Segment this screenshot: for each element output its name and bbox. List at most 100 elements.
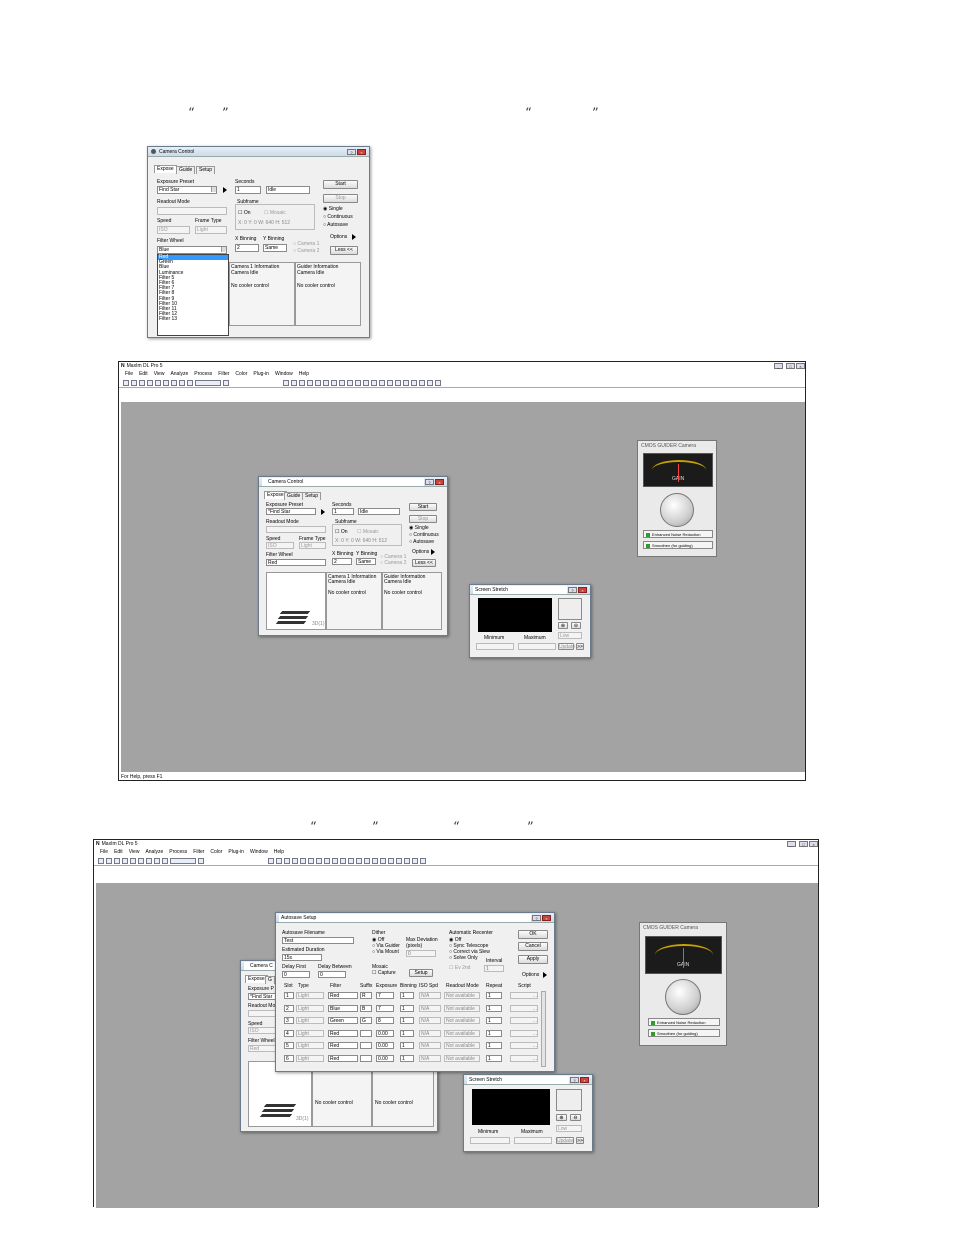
help-icon[interactable]: ? [425, 478, 434, 485]
slot-iso-cell[interactable]: N/A [419, 1004, 441, 1012]
smoothen-button[interactable]: Smoothen (for guiding) [648, 1029, 720, 1037]
help-icon[interactable] [223, 379, 229, 386]
camera2-radio[interactable]: ○ Camera 2 [380, 560, 406, 566]
delay-between-input[interactable]: 0 [318, 971, 346, 978]
single-radio[interactable]: ◉ Single [409, 525, 429, 531]
setup-button[interactable]: Setup [409, 969, 433, 977]
menu-file[interactable]: File [100, 849, 108, 855]
help-icon[interactable] [198, 857, 204, 864]
play-icon[interactable] [223, 187, 227, 193]
tool-icon[interactable] [379, 379, 385, 386]
continuous-radio[interactable]: ○ Continuous [323, 214, 353, 220]
menu-plugin[interactable]: Plug-in [253, 371, 269, 377]
interval-input[interactable]: 1 [484, 965, 504, 972]
tool-icon[interactable] [324, 857, 330, 864]
slot-script-cell[interactable]: ... [510, 1017, 538, 1024]
help-icon[interactable]: ? [570, 1076, 579, 1083]
menu-process[interactable]: Process [194, 371, 212, 377]
y-binning-select[interactable]: Same [263, 244, 287, 252]
slot-exposure-cell[interactable]: 0.00 [376, 1054, 394, 1062]
tool-icon[interactable] [356, 857, 362, 864]
maximum-input[interactable] [518, 643, 556, 650]
menu-plugin[interactable]: Plug-in [228, 849, 244, 855]
slot-repeat-cell[interactable]: 1 [486, 1004, 502, 1012]
tool-icon[interactable] [419, 379, 425, 386]
zoom-select[interactable] [195, 379, 221, 386]
continuous-radio[interactable]: ○ Continuous [409, 532, 439, 538]
minimize-icon[interactable]: _ [774, 363, 783, 369]
observatory-icon[interactable] [138, 857, 144, 864]
readout-mode-select[interactable] [248, 1010, 278, 1017]
tool-icon[interactable] [404, 857, 410, 864]
slot-filter-cell[interactable]: Red [328, 1029, 358, 1037]
tab-guide[interactable]: G [265, 976, 275, 984]
slot-type-cell[interactable]: Light [296, 1004, 324, 1012]
exposure-preset-select[interactable]: *Find Star [266, 508, 316, 515]
tool-icon[interactable] [403, 379, 409, 386]
slot-readout-cell[interactable]: Not available [444, 1042, 480, 1049]
stop-button[interactable]: Stop [409, 515, 437, 523]
minimum-input[interactable] [470, 1137, 510, 1144]
close-icon[interactable]: × [435, 478, 444, 485]
menu-process[interactable]: Process [169, 849, 187, 855]
menu-color[interactable]: Color [235, 371, 247, 377]
tool-icon[interactable] [347, 379, 353, 386]
slot-iso-cell[interactable]: N/A [419, 992, 441, 999]
slot-script-cell[interactable]: ... [510, 992, 538, 999]
tool-icon[interactable] [435, 379, 441, 386]
slot-script-cell[interactable]: ... [510, 1054, 538, 1062]
zoom-in-icon[interactable] [154, 857, 160, 864]
zoom-in-icon[interactable]: ⊕ [558, 622, 568, 629]
slot-exposure-cell[interactable]: 7 [376, 1004, 394, 1012]
update-button[interactable]: Update [558, 643, 575, 650]
close-icon[interactable]: × [796, 363, 805, 369]
noise-reduction-button[interactable]: Enhanced Noise Reduction [643, 530, 713, 538]
slot-binning-cell[interactable]: 1 [400, 1029, 414, 1037]
slot-binning-cell[interactable]: 1 [400, 1017, 414, 1024]
speed-select[interactable]: ISO [266, 542, 294, 549]
delay-first-input[interactable]: 0 [282, 971, 310, 978]
slot-script-cell[interactable]: ... [510, 1029, 538, 1037]
filter-wheel-select[interactable]: Red [266, 559, 326, 566]
slot-iso-cell[interactable]: N/A [419, 1029, 441, 1037]
zoom-out-icon[interactable] [162, 857, 168, 864]
menu-view[interactable]: View [129, 849, 140, 855]
minimum-input[interactable] [476, 643, 514, 650]
help-icon[interactable]: ? [568, 586, 577, 593]
redo-icon[interactable] [147, 379, 153, 386]
tool-icon[interactable] [276, 857, 282, 864]
solve-only-radio[interactable]: ○ Solve Only [449, 955, 478, 961]
slot-suffix-cell[interactable] [360, 1029, 372, 1037]
slot-exposure-cell[interactable]: 8 [376, 1017, 394, 1024]
on-checkbox[interactable]: ☐ On [238, 210, 251, 216]
tool-icon[interactable] [299, 379, 305, 386]
tool-icon[interactable] [412, 857, 418, 864]
menu-edit[interactable]: Edit [114, 849, 123, 855]
every-nth-checkbox[interactable]: ☐ Ev 2nd [449, 965, 470, 971]
slot-suffix-cell[interactable] [360, 1054, 372, 1062]
tool-icon[interactable] [323, 379, 329, 386]
maximum-input[interactable] [514, 1137, 552, 1144]
tool-icon[interactable] [307, 379, 313, 386]
maximize-icon[interactable]: □ [799, 841, 808, 847]
undo-icon[interactable] [139, 379, 145, 386]
slot-repeat-cell[interactable]: 1 [486, 1029, 502, 1037]
update-button[interactable]: Update [556, 1137, 574, 1144]
filter-wheel-select[interactable]: Red [248, 1045, 278, 1052]
tab-guide[interactable]: Guide [176, 166, 196, 174]
slot-repeat-cell[interactable]: 1 [486, 992, 502, 999]
slot-binning-cell[interactable]: 1 [400, 1054, 414, 1062]
tool-icon[interactable] [411, 379, 417, 386]
slot-repeat-cell[interactable]: 1 [486, 1054, 502, 1062]
menu-color[interactable]: Color [210, 849, 222, 855]
open-icon[interactable] [123, 379, 129, 386]
tool-icon[interactable] [380, 857, 386, 864]
slot-exposure-cell[interactable]: 0.00 [376, 1029, 394, 1037]
slot-binning-cell[interactable]: 1 [400, 992, 414, 999]
less-button[interactable]: Less << [330, 246, 358, 255]
scrollbar[interactable] [541, 991, 546, 1067]
tool-icon[interactable] [371, 379, 377, 386]
mosaic-checkbox[interactable]: ☐ Mosaic [357, 529, 379, 535]
slot-type-cell[interactable]: Light [296, 1017, 324, 1024]
help-icon[interactable]: ? [532, 914, 541, 921]
